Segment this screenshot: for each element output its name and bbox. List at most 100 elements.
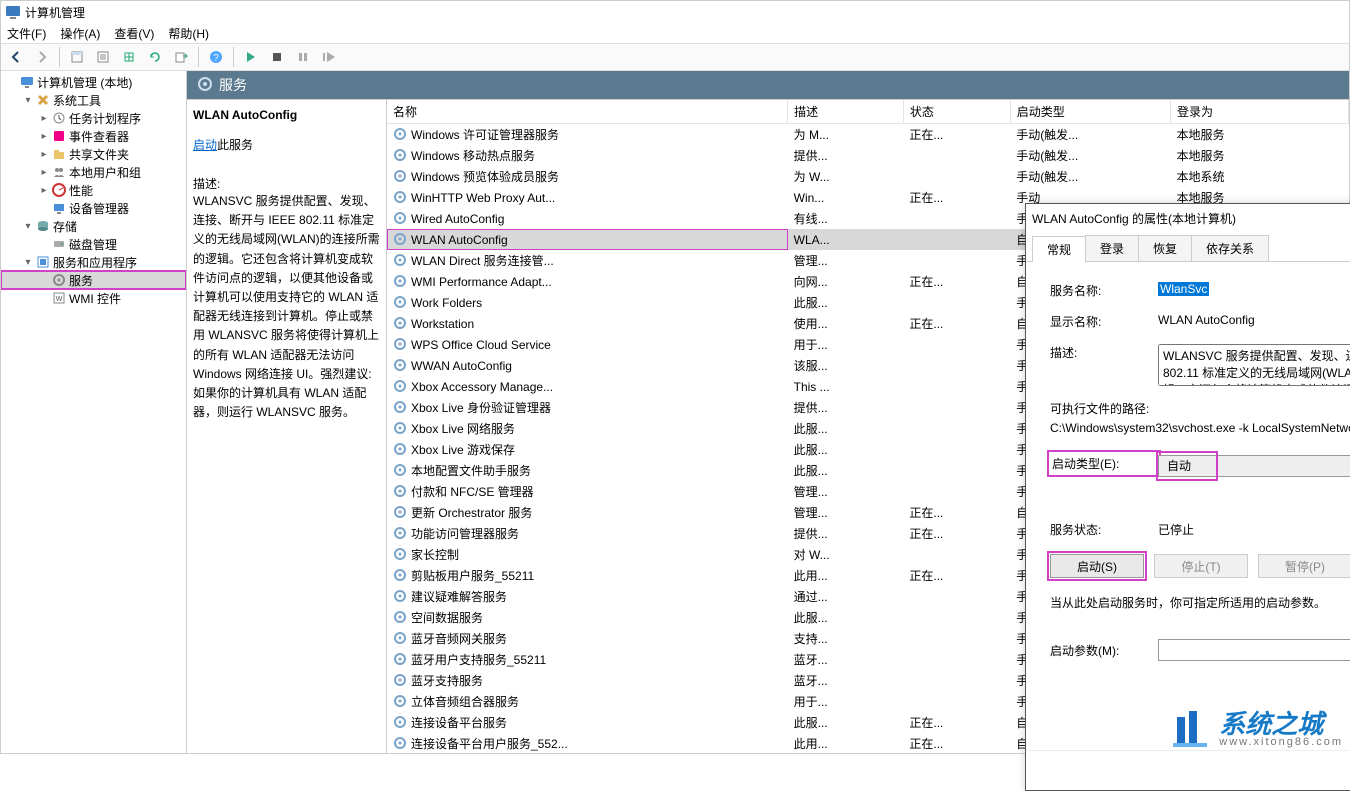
- selected-service-name: WLAN AutoConfig: [193, 108, 380, 122]
- service-name-value: WlanSvc: [1158, 282, 1209, 296]
- refresh-button[interactable]: [144, 46, 166, 68]
- tab-general[interactable]: 常规: [1032, 236, 1086, 262]
- menu-view[interactable]: 查看(V): [114, 25, 154, 42]
- pause-button[interactable]: [292, 46, 314, 68]
- app-window: 计算机管理 文件(F) 操作(A) 查看(V) 帮助(H) ? 计算机管理 (本…: [0, 0, 1350, 754]
- tab-logon[interactable]: 登录: [1085, 235, 1139, 261]
- gear-icon: [393, 610, 407, 624]
- back-button[interactable]: [5, 46, 27, 68]
- toolbar-separator: [198, 47, 199, 67]
- tree-expander-icon[interactable]: ▸: [37, 113, 51, 124]
- tree-expander-icon[interactable]: ▸: [37, 185, 51, 196]
- start-button[interactable]: 启动(S): [1050, 554, 1144, 578]
- titlebar: 计算机管理: [1, 1, 1349, 23]
- tree-item[interactable]: 设备管理器: [1, 199, 186, 217]
- table-row[interactable]: Windows 移动热点服务提供...手动(触发...本地服务: [387, 145, 1349, 166]
- tab-recovery[interactable]: 恢复: [1138, 235, 1192, 261]
- tools-icon: [35, 92, 51, 108]
- toolbar: ?: [1, 43, 1349, 71]
- up-button[interactable]: [66, 46, 88, 68]
- gear-icon: [393, 715, 407, 729]
- tree-expander-icon[interactable]: ▾: [21, 257, 35, 268]
- tree-item[interactable]: ▾ 服务和应用程序: [1, 253, 186, 271]
- nav-tree[interactable]: 计算机管理 (本地) ▾ 系统工具▸任务计划程序▸事件查看器▸共享文件夹▸本地用户和…: [1, 71, 187, 753]
- dialog-body: 服务名称: WlanSvc 显示名称: WLAN AutoConfig 描述: …: [1026, 262, 1350, 750]
- start-service-line: 启动此服务: [193, 136, 380, 153]
- services-header: 服务: [187, 71, 1349, 99]
- tree-expander-icon[interactable]: ▾: [21, 95, 35, 106]
- tree-item-label: WMI 控件: [69, 290, 121, 307]
- service-name-label: 服务名称:: [1050, 282, 1158, 299]
- pause-button: 暂停(P): [1258, 554, 1350, 578]
- watermark: 系统之城 www.xitong86.com: [1171, 709, 1343, 749]
- table-row[interactable]: Windows 预览体验成员服务为 W...手动(触发...本地系统: [387, 166, 1349, 187]
- tree-item[interactable]: WWMI 控件: [1, 289, 186, 307]
- gear-icon: [393, 379, 407, 393]
- display-name-label: 显示名称:: [1050, 313, 1158, 330]
- tree-item-label: 服务和应用程序: [53, 254, 137, 271]
- display-name-value: WLAN AutoConfig: [1158, 313, 1350, 327]
- stop-button[interactable]: [266, 46, 288, 68]
- gear-icon: [393, 694, 407, 708]
- startup-type-select[interactable]: 自动: [1158, 455, 1350, 477]
- tree-item-label: 磁盘管理: [69, 236, 117, 253]
- play-button[interactable]: [240, 46, 262, 68]
- wmi-icon: W: [51, 290, 67, 306]
- tree-item[interactable]: 磁盘管理: [1, 235, 186, 253]
- tree-item[interactable]: ▸性能: [1, 181, 186, 199]
- menu-action[interactable]: 操作(A): [60, 25, 100, 42]
- column-header[interactable]: 登录为: [1170, 100, 1348, 124]
- column-header[interactable]: 状态: [903, 100, 1010, 124]
- tree-item[interactable]: ▸任务计划程序: [1, 109, 186, 127]
- start-suffix: 此服务: [217, 138, 253, 152]
- gear-icon: [393, 148, 407, 162]
- tree-expander-icon[interactable]: ▸: [37, 131, 51, 142]
- services-header-label: 服务: [219, 75, 247, 95]
- startup-hint: 当从此处启动服务时，你可指定所适用的启动参数。: [1050, 594, 1350, 611]
- desc-label: 描述:: [1050, 344, 1158, 361]
- table-row[interactable]: Windows 许可证管理器服务为 M...正在...手动(触发...本地服务: [387, 124, 1349, 146]
- tree-item[interactable]: 计算机管理 (本地): [1, 73, 186, 91]
- tree-item[interactable]: ▾ 系统工具: [1, 91, 186, 109]
- desc-textarea[interactable]: WLANSVC 服务提供配置、发现、连接、断开与 IEEE 802.11 标准定…: [1158, 344, 1350, 386]
- tree-item-label: 系统工具: [53, 92, 101, 109]
- gear-icon: [393, 673, 407, 687]
- app-icon: [5, 4, 21, 20]
- props-button[interactable]: [92, 46, 114, 68]
- menu-file[interactable]: 文件(F): [7, 25, 46, 42]
- gear-icon: [393, 589, 407, 603]
- gear-icon: [393, 337, 407, 351]
- export-button[interactable]: [118, 46, 140, 68]
- start-params-input[interactable]: [1158, 639, 1350, 661]
- tab-dependencies[interactable]: 依存关系: [1191, 235, 1269, 261]
- service-status-value: 已停止: [1158, 521, 1350, 538]
- gear-icon: [393, 652, 407, 666]
- tree-expander-icon[interactable]: ▸: [37, 149, 51, 160]
- gear-icon: [393, 253, 407, 267]
- start-link[interactable]: 启动: [193, 138, 217, 152]
- disk-icon: [51, 236, 67, 252]
- help-button[interactable]: ?: [205, 46, 227, 68]
- tree-item[interactable]: ▸本地用户和组: [1, 163, 186, 181]
- main-area: 服务 WLAN AutoConfig 启动此服务 描述: WLANSVC 服务提…: [187, 71, 1349, 753]
- event-icon: [51, 128, 67, 144]
- restart-button[interactable]: [318, 46, 340, 68]
- column-header[interactable]: 启动类型: [1010, 100, 1170, 124]
- tree-item[interactable]: ▸共享文件夹: [1, 145, 186, 163]
- dialog-title: WLAN AutoConfig 的属性(本地计算机): [1032, 210, 1236, 227]
- tree-item[interactable]: ▸事件查看器: [1, 127, 186, 145]
- service-status-label: 服务状态:: [1050, 521, 1158, 538]
- tree-expander-icon[interactable]: ▸: [37, 167, 51, 178]
- forward-button[interactable]: [31, 46, 53, 68]
- column-header[interactable]: 描述: [788, 100, 904, 124]
- menu-help[interactable]: 帮助(H): [168, 25, 209, 42]
- tree-item[interactable]: ▾存储: [1, 217, 186, 235]
- tree-item[interactable]: 服务: [1, 271, 186, 289]
- export-list-button[interactable]: [170, 46, 192, 68]
- stop-button: 停止(T): [1154, 554, 1248, 578]
- column-header[interactable]: 名称: [387, 100, 788, 124]
- tree-expander-icon[interactable]: ▾: [21, 221, 35, 232]
- startup-type-row: 启动类型(E):: [1050, 453, 1158, 474]
- svg-text:?: ?: [213, 53, 219, 64]
- gear-icon: [393, 358, 407, 372]
